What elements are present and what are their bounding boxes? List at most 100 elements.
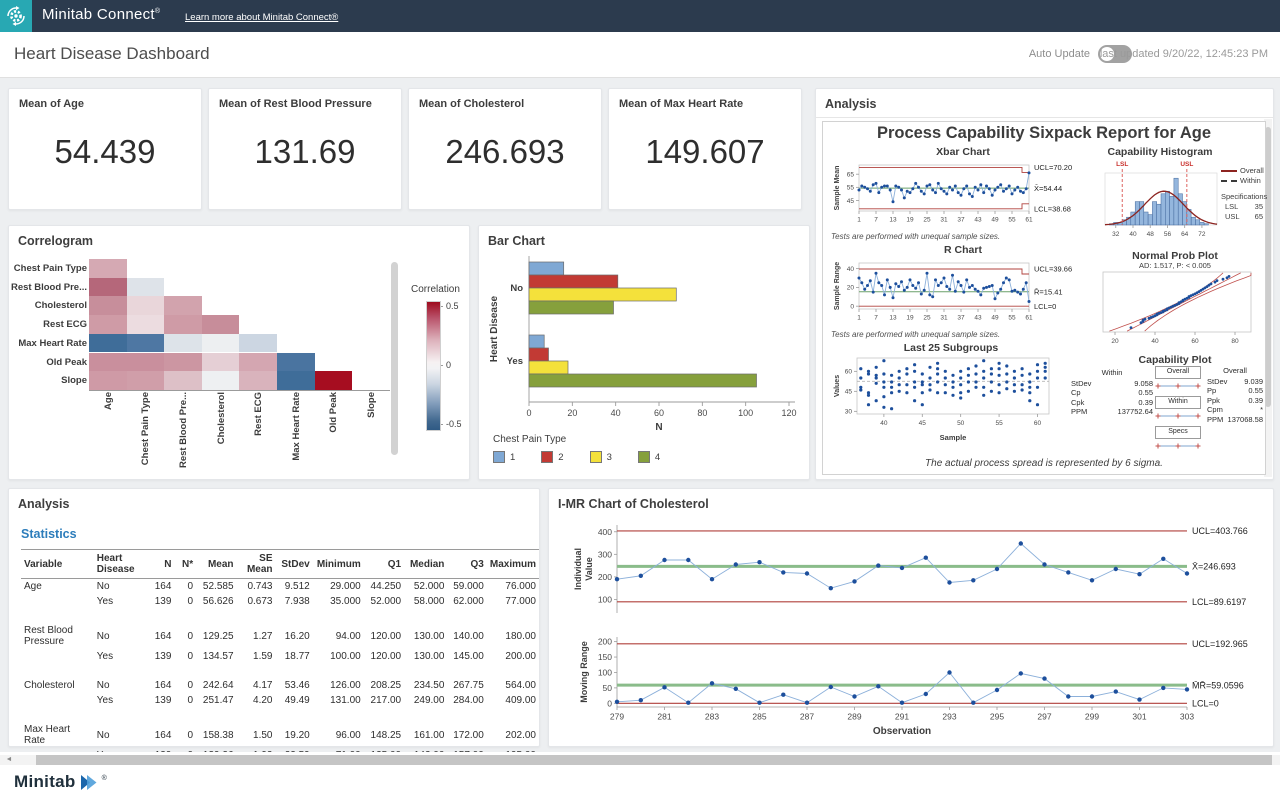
- spec-row: LSL35: [1221, 202, 1267, 212]
- correlogram-row-label: Max Heart Rate: [11, 338, 87, 349]
- dashboard-root: Minitab Connect® Learn more about Minita…: [0, 0, 1280, 802]
- stat-label: PPM: [1071, 407, 1087, 417]
- stat-label: StDev: [1071, 379, 1091, 389]
- statistics-analysis-panel: Analysis Statistics VariableHeart Diseas…: [8, 488, 540, 747]
- svg-text:200: 200: [598, 572, 612, 582]
- correlogram-cell: [202, 334, 240, 353]
- capability-plot-title: Capability Plot: [1095, 354, 1255, 366]
- svg-text:287: 287: [800, 712, 814, 722]
- table-gap-row: [21, 664, 539, 678]
- table-cell: 52.000: [364, 594, 404, 609]
- svg-text:60: 60: [1034, 420, 1042, 427]
- correlogram-cell: [239, 371, 277, 390]
- svg-text:60: 60: [1191, 338, 1199, 345]
- spec-label: USL: [1225, 212, 1240, 222]
- table-cell: 0.673: [237, 594, 276, 609]
- correlogram-cell: [89, 296, 127, 315]
- correlogram-col-label: Rest ECG: [253, 392, 264, 472]
- svg-text:300: 300: [598, 549, 612, 559]
- capability-box-label: Within: [1155, 396, 1201, 409]
- table-cell: 172.00: [447, 722, 486, 748]
- svg-text:R̄=15.41: R̄=15.41: [1034, 287, 1063, 296]
- page-title: Heart Disease Dashboard: [14, 44, 210, 64]
- last25-subgroups-svg: 3045604045505560ValuesSample: [831, 354, 1071, 450]
- svg-text:100: 100: [598, 595, 612, 605]
- table-cell: 409.00: [487, 693, 539, 708]
- legend-item: 3: [590, 451, 612, 463]
- table-cell: 130.00: [404, 623, 447, 649]
- minitab-connect-logo[interactable]: [0, 0, 32, 32]
- stat-row: Cp0.55: [1071, 388, 1153, 398]
- correlation-colorbar: [426, 301, 441, 431]
- correlogram-cell: [89, 334, 127, 353]
- statistics-section-link[interactable]: Statistics: [21, 527, 77, 541]
- svg-text:120: 120: [781, 408, 796, 418]
- table-cell: 564.00: [487, 678, 539, 693]
- table-header: Q1: [364, 550, 404, 579]
- table-gap-row: [21, 609, 539, 623]
- correlogram-cell: [127, 315, 165, 334]
- stat-label: Pp: [1207, 386, 1216, 396]
- correlogram-cell: [89, 259, 127, 278]
- correlogram-scrollbar[interactable]: [391, 262, 398, 455]
- table-header: Q3: [447, 550, 486, 579]
- sixpack-analysis-panel: Analysis Process Capability Sixpack Repo…: [815, 88, 1274, 480]
- table-cell: 35.000: [313, 594, 364, 609]
- table-cell: 100.00: [313, 649, 364, 664]
- legend-item: 2: [541, 451, 563, 463]
- table-cell: 284.00: [447, 693, 486, 708]
- correlogram-row-label: Rest ECG: [11, 319, 87, 330]
- table-header: N: [148, 550, 174, 579]
- svg-text:400: 400: [598, 527, 612, 537]
- colorbar-tick-label: -0.5: [446, 419, 462, 429]
- bar-chart-panel: Bar Chart 020406080100120NoYesNHeart Dis…: [478, 225, 810, 480]
- table-cell: 62.000: [447, 594, 486, 609]
- footer-registered-mark: ®: [102, 775, 107, 782]
- statistics-table: VariableHeart DiseaseNN*MeanSE MeanStDev…: [21, 549, 539, 763]
- svg-text:UCL=70.20: UCL=70.20: [1034, 163, 1072, 172]
- specifications-title: Specifications: [1221, 192, 1267, 202]
- within-title: Within: [1071, 368, 1153, 378]
- imr-chart-svg: 100200300400IndividualValueUCL=403.766X̄…: [557, 515, 1265, 741]
- minitab-footer-logo[interactable]: Minitab ®: [14, 772, 107, 792]
- horizontal-scrollbar[interactable]: ◄: [0, 755, 1280, 765]
- table-header: Maximum: [487, 550, 539, 579]
- svg-text:X̄=246.693: X̄=246.693: [1192, 562, 1236, 572]
- table-cell: 0.743: [237, 579, 276, 595]
- correlogram-col-label: Rest Blood Pre...: [178, 392, 189, 472]
- svg-text:100: 100: [598, 668, 612, 678]
- svg-text:Heart Disease: Heart Disease: [489, 295, 500, 362]
- legend-label: 2: [558, 452, 563, 463]
- overall-line-swatch: [1221, 170, 1237, 172]
- correlogram-col-label: Cholesterol: [216, 392, 227, 472]
- spec-label: LSL: [1225, 202, 1238, 212]
- table-cell: 139: [148, 693, 174, 708]
- svg-text:N: N: [655, 422, 662, 433]
- table-cell: 267.75: [447, 678, 486, 693]
- stat-value: 137752.64: [1118, 407, 1153, 417]
- correlogram-row-label: Old Peak: [11, 357, 87, 368]
- svg-text:60: 60: [845, 369, 853, 376]
- stat-value: 0.55: [1138, 388, 1153, 398]
- table-cell: 164: [148, 678, 174, 693]
- svg-text:UCL=39.66: UCL=39.66: [1034, 265, 1072, 274]
- kpi-card-cholesterol: Mean of Cholesterol 246.693: [408, 88, 602, 210]
- learn-more-link[interactable]: Learn more about Minitab Connect®: [185, 12, 338, 23]
- correlogram-cell: [315, 371, 353, 390]
- svg-text:37: 37: [957, 315, 965, 322]
- kpi-label: Mean of Age: [19, 98, 84, 110]
- table-row: Max Heart RateNo1640158.381.5019.2096.00…: [21, 722, 539, 748]
- scroll-left-arrow[interactable]: ◄: [0, 755, 18, 765]
- table-header: N*: [174, 550, 196, 579]
- table-row: Yes139056.6260.6737.93835.00052.00058.00…: [21, 594, 539, 609]
- table-cell: 0: [174, 722, 196, 748]
- correlogram-cell: [164, 315, 202, 334]
- scroll-thumb[interactable]: [36, 755, 1272, 765]
- correlogram-row-label: Slope: [11, 375, 87, 386]
- table-row: Rest Blood PressureNo1640129.251.2716.20…: [21, 623, 539, 649]
- xbar-chart-svg: 45556517131925313743495561Sample MeanUCL…: [831, 159, 1097, 231]
- prob-plot-subtitle: AD: 1.517, P: < 0.005: [1095, 261, 1255, 270]
- svg-text:45: 45: [919, 420, 927, 427]
- table-cell: 76.000: [487, 579, 539, 595]
- svg-text:Sample: Sample: [940, 433, 967, 442]
